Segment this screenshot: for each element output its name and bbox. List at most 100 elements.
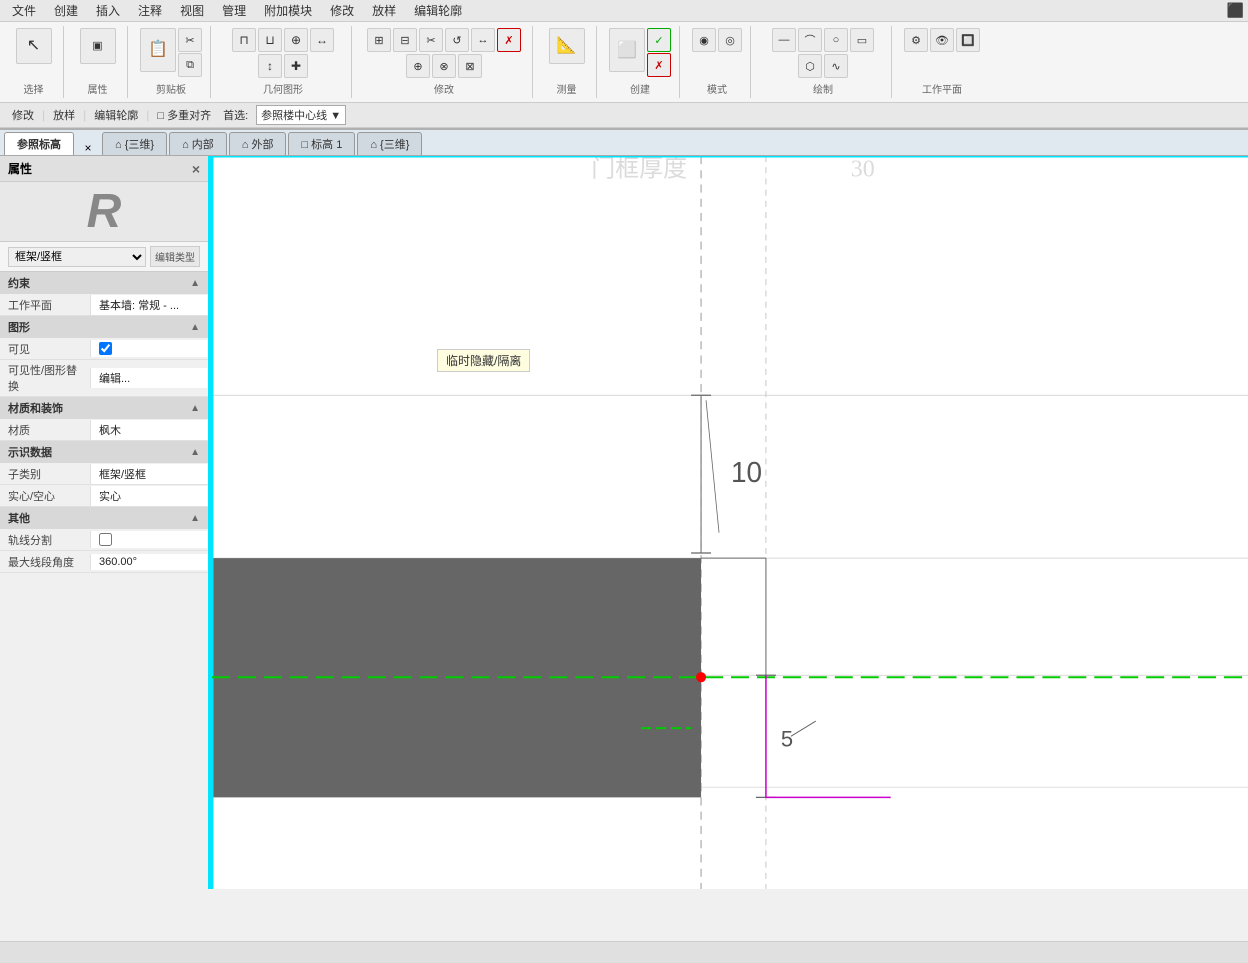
menu-manage[interactable]: 管理 <box>214 0 254 21</box>
ribbon-group-draw: — ⌒ ○ ▭ ⬡ ∿ 绘制 <box>755 26 892 98</box>
props-checkbox-visible[interactable] <box>99 342 112 355</box>
tool-move[interactable]: ✚ <box>284 54 308 78</box>
tool-mod4[interactable]: ↺ <box>445 28 469 52</box>
status-bar <box>0 941 1248 963</box>
props-value-material[interactable]: 枫木 <box>90 420 208 440</box>
tool-settings[interactable]: ⚙ <box>904 28 928 52</box>
props-row-max-angle: 最大线段角度 360.00° <box>0 551 208 573</box>
ribbon-group-measure: 📐 测量 <box>537 26 597 98</box>
tool-mode1[interactable]: ◉ <box>692 28 716 52</box>
menu-view[interactable]: 视图 <box>172 0 212 21</box>
props-logo-letter: R <box>87 184 122 239</box>
props-header: 属性 × <box>0 156 208 182</box>
tool-draw-circle[interactable]: ○ <box>824 28 848 52</box>
tool-mod8[interactable]: ⊗ <box>432 54 456 78</box>
props-value-track-split[interactable] <box>90 531 208 548</box>
tb-center-line-dropdown[interactable]: 参照楼中心线 ▼ <box>256 105 346 125</box>
tb-loft[interactable]: 放样 <box>49 107 79 123</box>
tool-create-component[interactable]: ⬜ <box>609 28 645 72</box>
props-type-select[interactable]: 框架/竖框 <box>8 247 146 267</box>
tool-mod5[interactable]: ↔ <box>471 28 495 52</box>
ribbon-label-geometry: 几何图形 <box>263 81 303 96</box>
tool-geom2[interactable]: ⊔ <box>258 28 282 52</box>
props-close-btn[interactable]: × <box>192 161 200 177</box>
tool-geom5[interactable]: ↕ <box>258 54 282 78</box>
tool-measure[interactable]: 📐 <box>549 28 585 64</box>
props-label-visibility: 可见性/图形替换 <box>0 360 90 396</box>
menu-annotate[interactable]: 注释 <box>130 0 170 21</box>
tb-edit-profile[interactable]: 编辑轮廓 <box>90 107 142 123</box>
svg-text:10: 10 <box>731 456 762 488</box>
props-section-header-constraints[interactable]: 约束▲ <box>0 272 208 294</box>
tool-geom4[interactable]: ↔ <box>310 28 334 52</box>
tb-multi-align-checkbox[interactable]: □ 多重对齐 <box>153 107 215 123</box>
tool-mod6[interactable]: ✗ <box>497 28 521 52</box>
tool-mode2[interactable]: ◎ <box>718 28 742 52</box>
props-type-row: 框架/竖框 编辑类型 <box>0 242 208 272</box>
tool-mod2[interactable]: ⊟ <box>393 28 417 52</box>
props-value-subcategory[interactable]: 框架/竖框 <box>90 464 208 484</box>
props-label-subcategory: 子类别 <box>0 464 90 484</box>
tool-mod3[interactable]: ✂ <box>419 28 443 52</box>
menu-modify[interactable]: 修改 <box>322 0 362 21</box>
tab-close[interactable]: × <box>76 141 100 155</box>
menu-edit-profile[interactable]: 编辑轮廓 <box>406 0 470 21</box>
props-checkbox-track-split[interactable] <box>99 533 112 546</box>
tool-mod7[interactable]: ⊕ <box>406 54 430 78</box>
props-label-track-split: 轨线分割 <box>0 530 90 550</box>
tool-paste[interactable]: 📋 <box>140 28 176 72</box>
tab-3d-home[interactable]: ⌂ {三维} <box>102 132 167 155</box>
tool-draw-rect[interactable]: ▭ <box>850 28 874 52</box>
tool-display[interactable]: 👁 <box>930 28 954 52</box>
tool-draw-arc[interactable]: ⌒ <box>798 28 822 52</box>
tool-properties[interactable]: ▣ <box>80 28 116 64</box>
tool-draw-poly[interactable]: ⬡ <box>798 54 822 78</box>
props-edit-type-btn[interactable]: 编辑类型 <box>150 246 200 267</box>
tab-interior[interactable]: ⌂ 内部 <box>169 132 227 155</box>
tab-ref-level[interactable]: 参照标高 <box>4 132 74 155</box>
menu-loft[interactable]: 放样 <box>364 0 404 21</box>
tool-finish[interactable]: ✓ <box>647 28 671 52</box>
tb-modify[interactable]: 修改 <box>8 107 38 123</box>
tool-copy[interactable]: ⧉ <box>178 53 202 77</box>
tab-3d-home2[interactable]: ⌂ {三维} <box>357 132 422 155</box>
props-label-workplane: 工作平面 <box>0 295 90 315</box>
tool-draw-line[interactable]: — <box>772 28 796 52</box>
props-label-max-angle: 最大线段角度 <box>0 552 90 572</box>
tool-viewer[interactable]: 🔲 <box>956 28 980 52</box>
props-row-material: 材质 枫木 <box>0 419 208 441</box>
main-area: 属性 × R 框架/竖框 编辑类型 约束▲ 工作平面 基本墙: 常规 - ... <box>0 156 1248 889</box>
props-value-max-angle[interactable]: 360.00° <box>90 554 208 570</box>
tool-cut[interactable]: ✂ <box>178 28 202 52</box>
tool-geom3[interactable]: ⊕ <box>284 28 308 52</box>
ribbon-label-modify: 修改 <box>434 81 454 96</box>
menu-create[interactable]: 创建 <box>46 0 86 21</box>
props-section-header-graphics[interactable]: 图形▲ <box>0 316 208 338</box>
tool-cancel[interactable]: ✗ <box>647 53 671 77</box>
tool-select[interactable]: ↖ <box>16 28 52 64</box>
props-section-header-material[interactable]: 材质和装饰▲ <box>0 397 208 419</box>
props-value-visibility[interactable]: 编辑... <box>90 368 208 388</box>
props-label-material: 材质 <box>0 420 90 440</box>
quick-access-icon[interactable]: ⬛ <box>1227 2 1244 19</box>
props-value-visible[interactable] <box>90 340 208 357</box>
ribbon: ↖ 选择 ▣ 属性 📋 ✂ ⧉ 剪贴板 <box>0 22 1248 130</box>
tab-exterior[interactable]: ⌂ 外部 <box>229 132 287 155</box>
menu-insert[interactable]: 插入 <box>88 0 128 21</box>
ribbon-group-create: ⬜ ✓ ✗ 创建 <box>601 26 680 98</box>
props-value-workplane[interactable]: 基本墙: 常规 - ... <box>90 295 208 315</box>
tool-geom1[interactable]: ⊓ <box>232 28 256 52</box>
props-value-solid-void[interactable]: 实心 <box>90 486 208 506</box>
menu-addons[interactable]: 附加模块 <box>256 0 320 21</box>
tool-mod1[interactable]: ⊞ <box>367 28 391 52</box>
svg-text:门框厚度: 门框厚度 <box>591 156 687 182</box>
menu-file[interactable]: 文件 <box>4 0 44 21</box>
tab-level1[interactable]: □ 标高 1 <box>288 132 355 155</box>
ribbon-label-measure: 测量 <box>557 81 577 96</box>
canvas-area[interactable]: 临时隐藏/隔离 门框厚度 30 10 <box>210 156 1248 889</box>
tool-draw-spline[interactable]: ∿ <box>824 54 848 78</box>
ribbon-group-modify: ⊞ ⊟ ✂ ↺ ↔ ✗ ⊕ ⊗ ⊠ 修改 <box>356 26 533 98</box>
tool-mod9[interactable]: ⊠ <box>458 54 482 78</box>
props-section-header-identity[interactable]: 示识数据▲ <box>0 441 208 463</box>
props-section-header-other[interactable]: 其他▲ <box>0 507 208 529</box>
